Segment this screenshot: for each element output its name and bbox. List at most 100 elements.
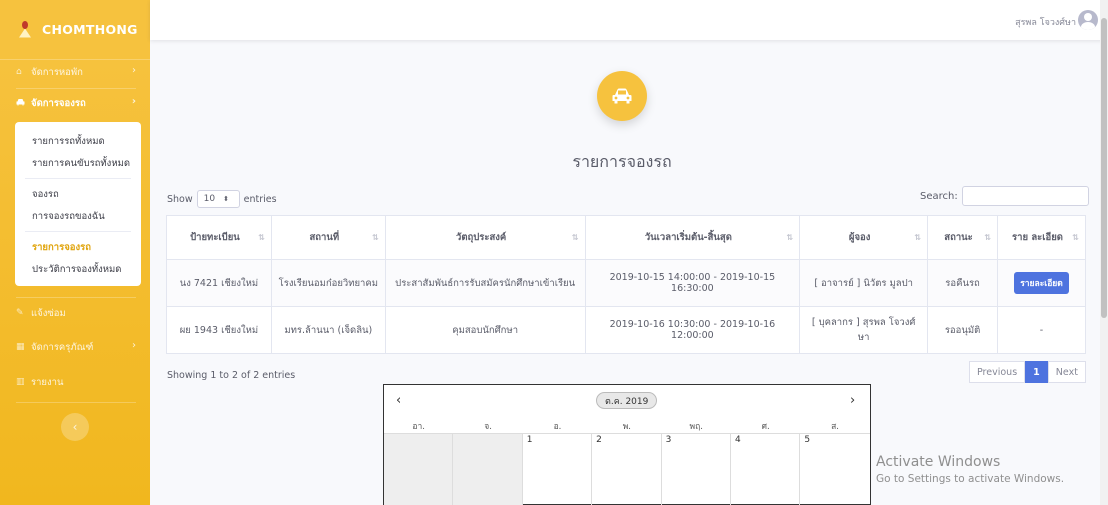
calendar-day-cell[interactable]: 5 <box>800 433 870 505</box>
topbar: สุรพล โจวงศ์ษา <box>150 0 1108 40</box>
column-header-purpose[interactable]: วัตถุประสงค์ ⇅ <box>384 215 586 260</box>
entries-select-value: 10 <box>203 194 216 204</box>
sort-icon: ⇅ <box>786 233 794 242</box>
booking-table: ป้ายทะเบียน ⇅ สถานที่ ⇅ วัตถุประสงค์ ⇅ วันเ… <box>166 215 1086 354</box>
sidebar-item-label: จัดการครุภัณฑ์ <box>31 341 94 353</box>
sidebar-item-repair[interactable]: ✎ แจ้งซ่อม <box>0 296 150 330</box>
pagination-next-button[interactable]: Next <box>1047 361 1086 383</box>
column-header-datetime[interactable]: วันเวลาเริ่มต้น-สิ้นสุด ⇅ <box>584 215 801 260</box>
calendar-day-cell <box>453 433 523 505</box>
search-wrap: Search: <box>920 186 1089 206</box>
chevron-left-icon: ‹ <box>72 420 78 434</box>
column-header-place[interactable]: สถานที่ ⇅ <box>270 215 386 260</box>
sidebar-item-report[interactable]: ▥ รายงาน <box>0 365 150 399</box>
table-header-row: ป้ายทะเบียน ⇅ สถานที่ ⇅ วัตถุประสงค์ ⇅ วันเ… <box>166 215 1086 260</box>
submenu-item-booking-list[interactable]: รายการจองรถ <box>15 236 141 258</box>
submenu-item-book-car[interactable]: จองรถ <box>15 183 141 205</box>
submenu-item-all-drivers[interactable]: รายการคนขับรถทั้งหมด <box>15 152 141 174</box>
sidebar-divider <box>16 402 136 403</box>
page-scrollbar[interactable] <box>1100 0 1108 505</box>
sidebar-item-label: แจ้งซ่อม <box>31 307 66 319</box>
calendar-day-cell <box>384 433 454 505</box>
wrench-icon: ✎ <box>16 308 24 318</box>
cell-datetime: 2019-10-16 10:30:00 - 2019-10-16 12:00:0… <box>584 306 801 354</box>
sidebar-item-label: รายงาน <box>31 376 64 388</box>
sort-icon: ⇅ <box>372 233 379 242</box>
cell-purpose: คุมสอบนักศึกษา <box>384 306 586 354</box>
column-header-booker[interactable]: ผู้จอง ⇅ <box>799 215 929 260</box>
user-name[interactable]: สุรพล โจวงศ์ษา <box>1015 15 1076 29</box>
calendar-prev-button[interactable]: ‹ <box>396 393 401 408</box>
sort-icon: ⇅ <box>984 233 992 242</box>
calendar-day-cell[interactable]: 4 <box>730 433 801 505</box>
detail-button[interactable]: รายละเอียด <box>1014 272 1069 294</box>
user-avatar-icon[interactable] <box>1078 10 1098 30</box>
sidebar-item-equipment[interactable]: ▦ จัดการครุภัณฑ์ › <box>0 330 150 364</box>
submenu-divider <box>25 178 131 179</box>
search-input[interactable] <box>961 186 1089 206</box>
cell-detail: - <box>997 306 1086 354</box>
table-row: นง 7421 เชียงใหม่ โรงเรียนอมก๋อยวิทยาคม … <box>166 259 1086 307</box>
calendar: ‹ ต.ค. 2019 › อา. จ. อ. พ. พฤ. ศ. ส. 1 2… <box>383 384 871 505</box>
watermark-subtitle: Go to Settings to activate Windows. <box>876 473 1065 485</box>
entries-select[interactable]: 10 ⬍ <box>196 190 240 208</box>
car-booking-submenu: รายการรถทั้งหมด รายการคนขับรถทั้งหมด จอง… <box>15 122 141 286</box>
show-entries: Show 10 ⬍ entries <box>167 190 277 208</box>
calendar-next-button[interactable]: › <box>850 393 855 408</box>
sidebar-item-dormitory[interactable]: ⌂ จัดการหอพัก › <box>0 55 150 89</box>
sidebar-item-car-booking[interactable]: จัดการจองรถ › <box>0 86 150 120</box>
sidebar: CHOMTHONG ⌂ จัดการหอพัก › จัดการจองรถ › … <box>0 0 150 505</box>
sort-icon: ⇅ <box>914 233 922 242</box>
sort-icon: ⇅ <box>1072 233 1079 242</box>
sort-icon: ⇅ <box>571 233 579 242</box>
submenu-divider <box>25 231 131 232</box>
brand-logo-icon <box>18 20 32 39</box>
select-arrows-icon: ⬍ <box>223 195 229 203</box>
calendar-week-row: 1 2 3 4 5 <box>384 433 870 505</box>
sort-icon: ⇅ <box>258 233 265 242</box>
windows-activation-watermark: Activate Windows Go to Settings to activ… <box>876 454 1064 485</box>
cell-purpose: ประสาสัมพันธ์การรับสมัครนักศึกษาเข้าเรีย… <box>384 259 586 307</box>
submenu-item-booking-history[interactable]: ประวัติการจองทั้งหมด <box>15 258 141 280</box>
weekday-label: จ. <box>484 422 492 432</box>
submenu-item-my-bookings[interactable]: การจองรถของฉัน <box>15 205 141 227</box>
weekday-label: อ. <box>553 422 562 432</box>
cell-booker: [ อาจารย์ ] นิวัตร มูลปา <box>799 259 929 307</box>
pagination-page-button[interactable]: 1 <box>1025 361 1048 383</box>
column-header-status[interactable]: สถานะ ⇅ <box>927 215 999 260</box>
search-label: Search: <box>920 190 958 202</box>
weekday-label: ศ. <box>761 422 770 432</box>
scrollbar-thumb[interactable] <box>1101 18 1107 318</box>
calendar-day-cell[interactable]: 1 <box>522 433 593 505</box>
cell-detail: รายละเอียด <box>997 259 1086 307</box>
cell-plate: นง 7421 เชียงใหม่ <box>166 259 272 307</box>
sidebar-toggle-button[interactable]: ‹ <box>61 413 89 441</box>
calendar-day-cell[interactable]: 3 <box>661 433 731 505</box>
pagination-previous-button[interactable]: Previous <box>969 361 1026 383</box>
calendar-day-cell[interactable]: 2 <box>592 433 662 505</box>
watermark-title: Activate Windows <box>876 454 1001 470</box>
chevron-right-icon: › <box>132 340 136 351</box>
cell-place: โรงเรียนอมก๋อยวิทยาคม <box>270 259 386 307</box>
column-header-detail[interactable]: ราย ละเอียด ⇅ <box>997 215 1086 260</box>
weekday-label: พฤ. <box>689 422 703 432</box>
brand[interactable]: CHOMTHONG <box>0 0 150 60</box>
chevron-down-icon: › <box>131 96 136 107</box>
column-header-plate[interactable]: ป้ายทะเบียน ⇅ <box>166 215 272 260</box>
calendar-month-label[interactable]: ต.ค. 2019 <box>596 392 658 409</box>
cell-place: มทร.ล้านนา (เจ็ดลิน) <box>270 306 386 354</box>
entries-label: entries <box>243 193 277 205</box>
sidebar-item-label: จัดการจองรถ <box>31 97 86 109</box>
table-row: ผย 1943 เชียงใหม่ มทร.ล้านนา (เจ็ดลิน) ค… <box>166 306 1086 354</box>
weekday-label: พ. <box>622 422 632 432</box>
cell-booker: [ บุคลากร ] สุรพล โจวงศ์ษา <box>799 306 929 354</box>
weekday-label: อา. <box>412 422 425 432</box>
chevron-right-icon: › <box>132 65 136 76</box>
cell-plate: ผย 1943 เชียงใหม่ <box>166 306 272 354</box>
submenu-item-all-cars[interactable]: รายการรถทั้งหมด <box>15 130 141 152</box>
cell-status: รอคืนรถ <box>927 259 999 307</box>
page-car-icon <box>597 71 647 121</box>
brand-name: CHOMTHONG <box>42 22 138 37</box>
show-label: Show <box>167 193 193 205</box>
cell-datetime: 2019-10-15 14:00:00 - 2019-10-15 16:30:0… <box>584 259 801 307</box>
